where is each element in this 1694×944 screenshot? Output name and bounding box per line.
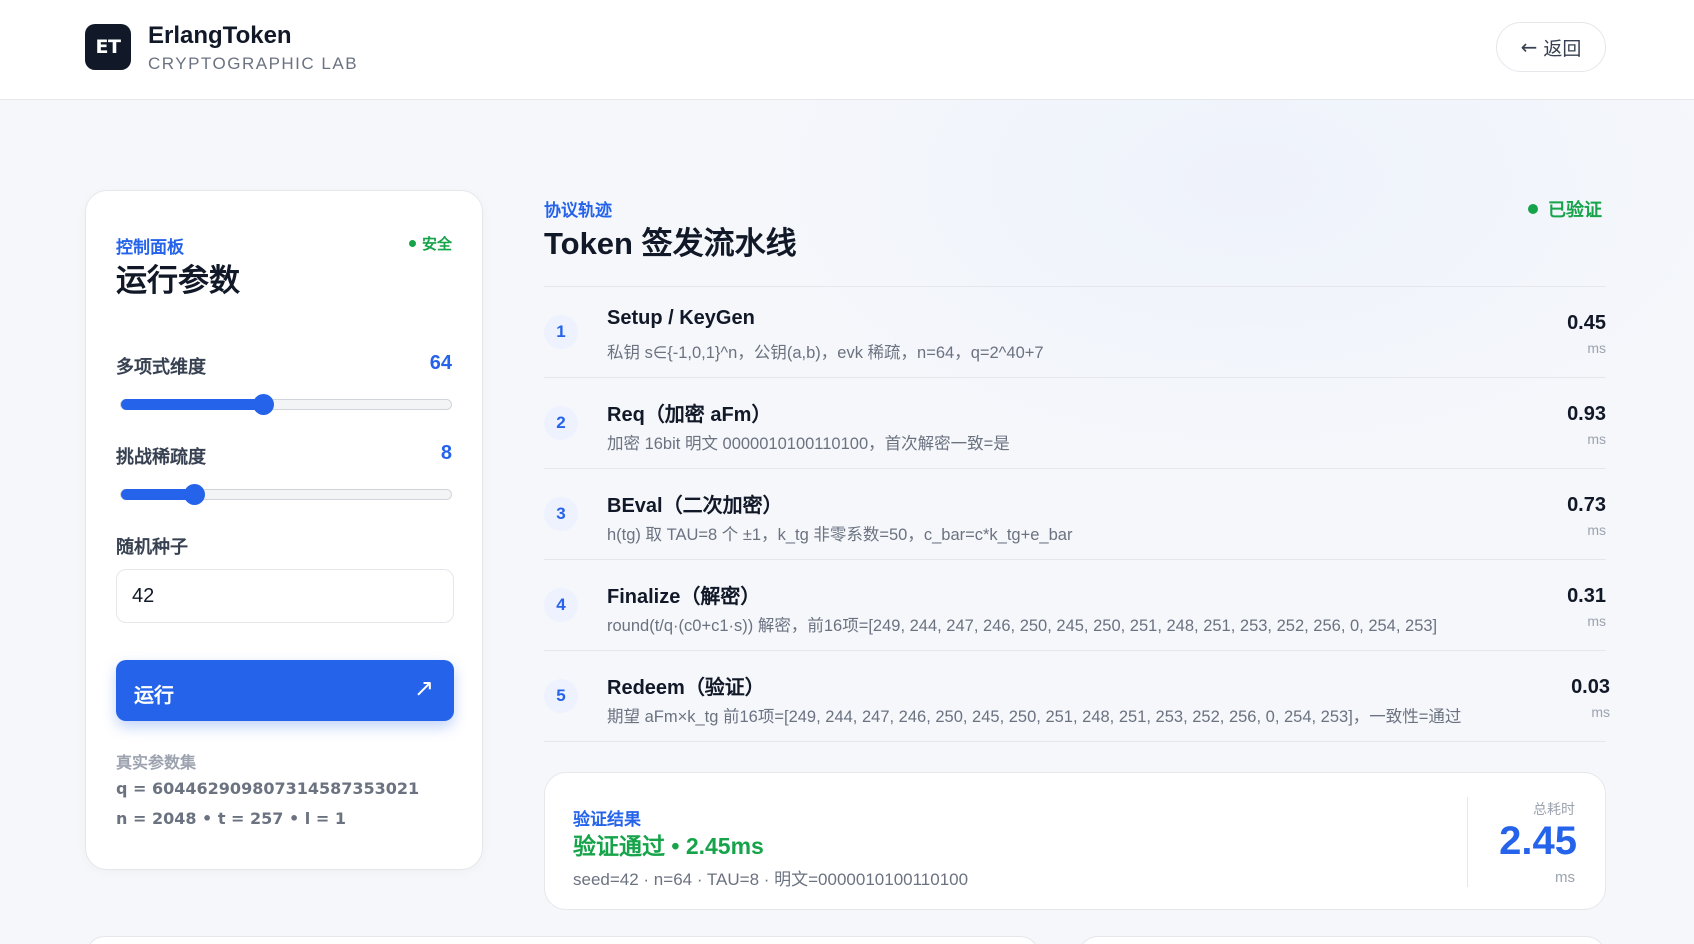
sparsity-label: 挑战稀疏度 bbox=[116, 447, 206, 467]
step-duration: 0.03 bbox=[1571, 676, 1610, 698]
safe-badge-label: 安全 bbox=[421, 236, 452, 253]
step-number: 3 bbox=[544, 497, 578, 531]
panel-title: 运行参数 bbox=[116, 263, 240, 298]
step-name: Redeem（验证） bbox=[607, 677, 765, 699]
result-summary: 验证通过 • 2.45ms bbox=[573, 833, 764, 859]
verification-result-card: 验证结果 验证通过 • 2.45ms seed=42 · n=64 · TAU=… bbox=[544, 772, 1606, 910]
status-dot-icon bbox=[1528, 204, 1538, 214]
step-description: 加密 16bit 明文 0000010100110100，首次解密一致=是 bbox=[607, 435, 1010, 453]
seed-input[interactable] bbox=[116, 569, 454, 623]
verified-badge: 已验证 bbox=[1528, 196, 1602, 222]
step-name: Req（加密 aFm） bbox=[607, 404, 772, 426]
pipeline-step: 2 Req（加密 aFm） 加密 16bit 明文 00000101001101… bbox=[544, 378, 1606, 469]
total-time-label: 总耗时 bbox=[1533, 801, 1575, 817]
step-duration: 0.45 bbox=[1567, 312, 1606, 334]
step-description: h(tg) 取 TAU=8 个 ±1，k_tg 非零系数=50，c_bar=c*… bbox=[607, 526, 1073, 544]
step-name: Finalize（解密） bbox=[607, 586, 761, 608]
real-params-title: 真实参数集 bbox=[116, 755, 197, 772]
pipeline-steps: 1 Setup / KeyGen 私钥 s∈{-1,0,1}^n，公钥(a,b)… bbox=[544, 286, 1610, 742]
step-duration: 0.73 bbox=[1567, 494, 1606, 516]
logo: ET bbox=[85, 24, 131, 70]
sparsity-slider-handle[interactable] bbox=[183, 484, 205, 505]
pipeline-step: 3 BEval（二次加密） h(tg) 取 TAU=8 个 ±1，k_tg 非零… bbox=[544, 469, 1606, 560]
step-description: round(t/q·(c0+c1·s)) 解密，前16项=[249, 244, … bbox=[607, 617, 1438, 635]
status-dot-icon bbox=[408, 240, 416, 247]
step-number: 2 bbox=[544, 406, 578, 440]
step-number: 4 bbox=[544, 588, 578, 622]
bottom-card-left bbox=[85, 936, 1040, 944]
step-duration-unit: ms bbox=[1587, 613, 1606, 629]
poly-dim-label: 多项式维度 bbox=[116, 357, 206, 377]
poly-dim-value: 64 bbox=[429, 352, 452, 374]
control-panel: 控制面板 运行参数 安全 多项式维度 64 挑战稀疏度 8 随机种子 运行 ↗ … bbox=[85, 190, 483, 870]
step-name: Setup / KeyGen bbox=[607, 307, 755, 329]
step-duration: 0.93 bbox=[1567, 403, 1606, 425]
seed-label: 随机种子 bbox=[116, 537, 188, 557]
sparsity-slider[interactable] bbox=[120, 484, 452, 505]
poly-dim-slider-fill bbox=[121, 399, 263, 410]
step-duration: 0.31 bbox=[1567, 585, 1606, 607]
total-time-value: 2.45 bbox=[1499, 819, 1577, 863]
brand-subtitle: CRYPTOGRAPHIC LAB bbox=[148, 54, 359, 73]
verified-label: 已验证 bbox=[1548, 200, 1602, 220]
divider bbox=[1467, 797, 1468, 887]
sparsity-slider-fill bbox=[121, 489, 194, 500]
pipeline-title: Token 签发流水线 bbox=[544, 226, 797, 261]
total-time-unit: ms bbox=[1555, 869, 1575, 886]
pipeline-step: 1 Setup / KeyGen 私钥 s∈{-1,0,1}^n，公钥(a,b)… bbox=[544, 287, 1606, 378]
run-button-label: 运行 bbox=[134, 685, 174, 707]
step-description: 期望 aFm×k_tg 前16项=[249, 244, 247, 246, 25… bbox=[607, 708, 1462, 726]
arrow-left-icon: ← bbox=[1520, 35, 1538, 59]
pipeline-step: 4 Finalize（解密） round(t/q·(c0+c1·s)) 解密，前… bbox=[544, 560, 1606, 651]
real-params-q: q = 604462909807314587353021 bbox=[116, 779, 420, 798]
result-meta: seed=42 · n=64 · TAU=8 · 明文=000001010011… bbox=[573, 870, 969, 889]
step-number: 1 bbox=[544, 315, 578, 349]
arrow-up-right-icon: ↗ bbox=[413, 674, 434, 702]
poly-dim-slider-handle[interactable] bbox=[252, 394, 274, 415]
bottom-card-right bbox=[1078, 936, 1606, 944]
brand-name: ErlangToken bbox=[148, 22, 292, 49]
run-button[interactable]: 运行 ↗ bbox=[116, 660, 454, 721]
step-duration-unit: ms bbox=[1587, 431, 1606, 447]
step-duration-unit: ms bbox=[1587, 522, 1606, 538]
back-button-label: 返回 bbox=[1543, 38, 1582, 60]
pipeline-step: 5 Redeem（验证） 期望 aFm×k_tg 前16项=[249, 244,… bbox=[544, 651, 1610, 742]
step-number: 5 bbox=[544, 679, 578, 713]
step-duration-unit: ms bbox=[1587, 340, 1606, 356]
real-params-n: n = 2048 • t = 257 • l = 1 bbox=[116, 809, 346, 828]
step-description: 私钥 s∈{-1,0,1}^n，公钥(a,b)，evk 稀疏，n=64，q=2^… bbox=[607, 344, 1044, 362]
poly-dim-slider[interactable] bbox=[120, 394, 452, 415]
top-bar: ET ErlangToken CRYPTOGRAPHIC LAB ← 返回 bbox=[0, 0, 1694, 100]
step-name: BEval（二次加密） bbox=[607, 495, 783, 517]
safe-badge: 安全 bbox=[408, 233, 452, 254]
step-duration-unit: ms bbox=[1591, 704, 1610, 720]
sparsity-value: 8 bbox=[440, 442, 452, 464]
back-button[interactable]: ← 返回 bbox=[1496, 22, 1606, 72]
